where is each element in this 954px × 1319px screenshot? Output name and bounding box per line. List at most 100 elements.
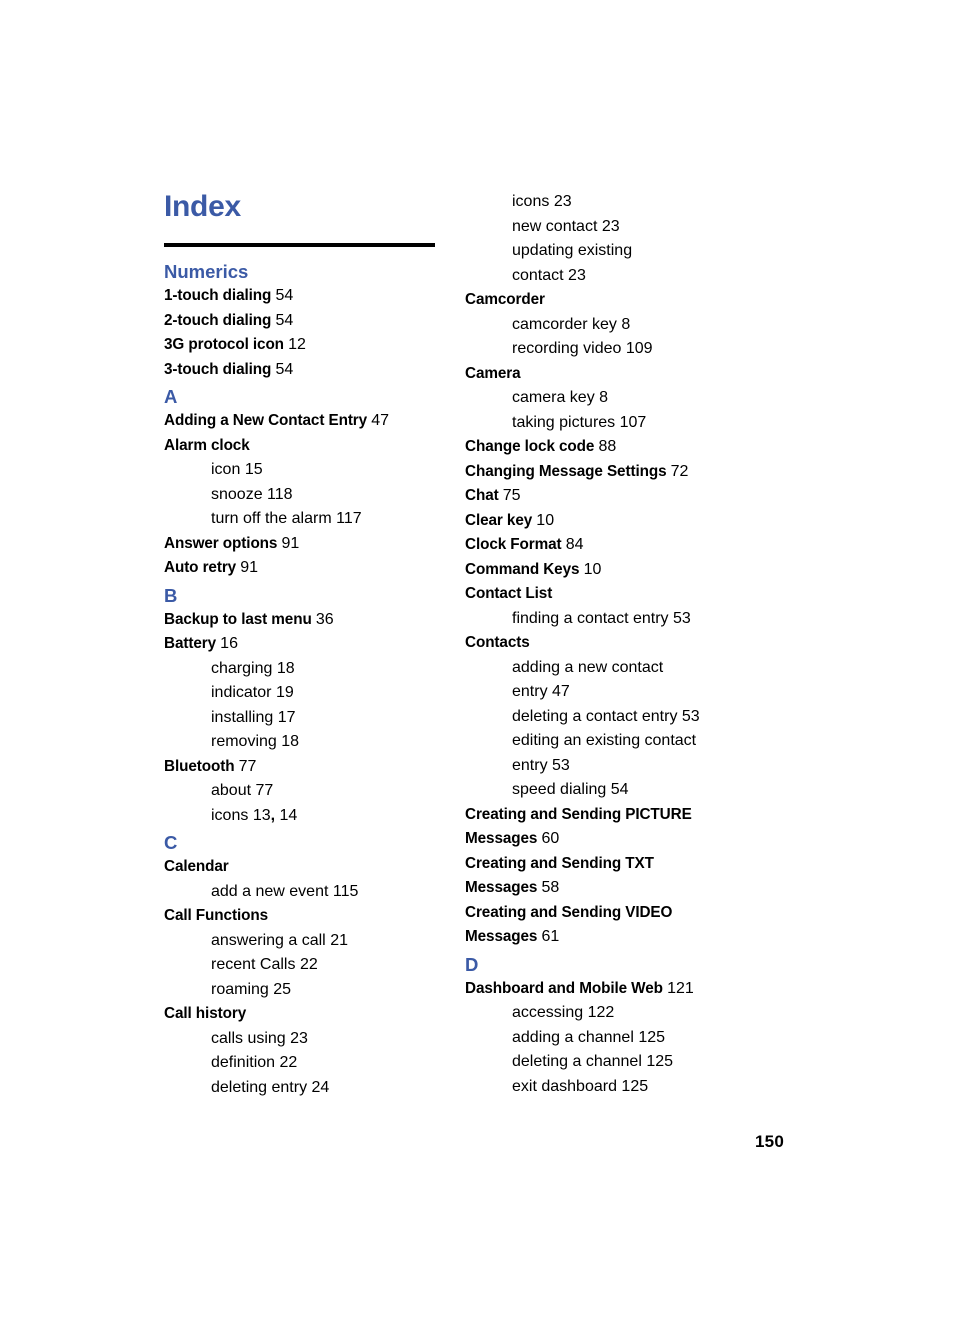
index-entry[interactable]: Bluetooth 77 [164, 755, 436, 780]
page-reference: 54 [275, 360, 294, 378]
entry-term: charging [211, 659, 273, 677]
index-subentry[interactable]: finding a contact entry 53 [512, 607, 737, 632]
index-entry[interactable]: Alarm clock [164, 434, 436, 459]
index-entry[interactable]: Creating and Sending PICTURE [465, 803, 737, 828]
entry-term: Auto retry [164, 559, 237, 576]
index-subentry[interactable]: editing an existing contact [512, 729, 737, 754]
index-subentry[interactable]: icon 15 [211, 458, 436, 483]
index-entry[interactable]: Contact List [465, 582, 737, 607]
entry-term: snooze [211, 485, 263, 503]
index-entry[interactable]: Contacts [465, 631, 737, 656]
index-subentry[interactable]: answering a call 21 [211, 929, 436, 954]
index-entry[interactable]: Adding a New Contact Entry 47 [164, 409, 436, 434]
index-subentry[interactable]: camera key 8 [512, 386, 737, 411]
index-entry[interactable]: Creating and Sending VIDEO [465, 901, 737, 926]
index-subentry[interactable]: definition 22 [211, 1051, 436, 1076]
index-subentry[interactable]: taking pictures 107 [512, 411, 737, 436]
index-entry[interactable]: Camera [465, 362, 737, 387]
page-reference: 21 [330, 931, 348, 949]
index-entry[interactable]: Chat 75 [465, 484, 737, 509]
entry-term: Bluetooth [164, 757, 235, 775]
index-entry[interactable]: Calendar [164, 855, 436, 880]
index-subentry[interactable]: removing 18 [211, 730, 436, 755]
index-subentry[interactable]: entry 47 [512, 680, 737, 705]
page-reference: 36 [315, 610, 334, 628]
index-subentry[interactable]: deleting a channel 125 [512, 1050, 737, 1075]
index-subentry[interactable]: contact 23 [512, 264, 737, 289]
entry-term: Camera [465, 364, 521, 382]
index-subentry[interactable]: charging 18 [211, 657, 436, 682]
section-letter-heading: B [164, 584, 178, 606]
index-subentry[interactable]: deleting entry 24 [211, 1076, 436, 1101]
index-subentry[interactable]: camcorder key 8 [512, 313, 737, 338]
index-entry[interactable]: Change lock code 88 [465, 435, 737, 460]
index-entry[interactable]: Auto retry 91 [164, 556, 436, 581]
index-subentry[interactable]: exit dashboard 125 [512, 1075, 737, 1100]
index-entry[interactable]: Dashboard and Mobile Web 121 [465, 977, 737, 1002]
index-entry[interactable]: Messages 61 [465, 925, 737, 950]
index-subentry[interactable]: snooze 118 [211, 483, 436, 508]
index-entry[interactable]: Messages 58 [465, 876, 737, 901]
page-reference: 16 [220, 635, 238, 652]
index-subentry[interactable]: indicator 19 [211, 681, 436, 706]
index-entry[interactable]: Clock Format 84 [465, 533, 737, 558]
index-entry[interactable]: Battery 16 [164, 632, 436, 657]
index-entry[interactable]: Call Functions [164, 904, 436, 929]
index-subentry[interactable]: updating existing [512, 239, 737, 264]
right-column-entries: icons 23 new contact 23 updating existing c… [465, 190, 737, 1099]
page-reference: 47 [371, 412, 390, 429]
entry-term: Camcorder [465, 291, 545, 308]
index-subentry[interactable]: about 77 [211, 779, 436, 804]
index-entry[interactable]: Backup to last menu 36 [164, 608, 436, 633]
entry-term: entry [512, 683, 548, 700]
index-entry[interactable]: 3-touch dialing 54 [164, 358, 436, 383]
index-subentry[interactable]: installing 17 [211, 706, 436, 731]
entry-term: definition [211, 1054, 276, 1071]
index-entry[interactable]: Answer options 91 [164, 532, 436, 557]
index-subentry[interactable]: new contact 23 [512, 215, 737, 240]
index-subentry[interactable]: recent Calls 22 [211, 953, 436, 978]
index-entry[interactable]: Clear key 10 [465, 509, 737, 534]
index-subentry[interactable]: icons 23 [512, 190, 737, 215]
entry-term: 2-touch dialing [164, 311, 272, 329]
page-reference: 23 [553, 193, 572, 210]
entry-term: accessing [512, 1004, 584, 1021]
page-reference: 61 [541, 928, 560, 945]
index-subentry[interactable]: icons 13, 14 [211, 804, 436, 829]
entry-term: Changing Message Settings [465, 462, 667, 480]
index-subentry[interactable]: speed dialing 54 [512, 778, 737, 803]
page-reference: 53 [552, 756, 570, 774]
entry-term: add a new event [211, 882, 329, 900]
index-entry[interactable]: Creating and Sending TXT [465, 852, 737, 877]
entry-term: icons [512, 193, 550, 210]
index-entry[interactable]: 1-touch dialing 54 [164, 284, 436, 309]
page-reference: 18 [276, 659, 295, 677]
index-subentry[interactable]: turn off the alarm 117 [211, 507, 436, 532]
index-subentry[interactable]: calls using 23 [211, 1027, 436, 1052]
index-subentry[interactable]: roaming 25 [211, 978, 436, 1003]
index-entry[interactable]: Changing Message Settings 72 [465, 460, 737, 485]
index-entry[interactable]: 2-touch dialing 54 [164, 309, 436, 334]
page-reference: 60 [541, 830, 560, 847]
page-reference: 84 [565, 536, 584, 553]
page-reference: 8 [621, 315, 631, 333]
index-entry[interactable]: Messages 60 [465, 827, 737, 852]
entry-term: updating existing [512, 242, 633, 259]
entry-term: 3-touch dialing [164, 360, 272, 378]
index-subentry[interactable]: add a new event 115 [211, 880, 436, 905]
index-subentry[interactable]: accessing 122 [512, 1001, 737, 1026]
index-subentry[interactable]: deleting a contact entry 53 [512, 705, 737, 730]
index-entry[interactable]: Call history [164, 1002, 436, 1027]
index-subentry[interactable]: entry 53 [512, 754, 737, 779]
page-reference: 109 [625, 340, 653, 357]
index-entry[interactable]: Command Keys 10 [465, 558, 737, 583]
index-subentry[interactable]: adding a channel 125 [512, 1026, 737, 1051]
index-entry[interactable]: Camcorder [465, 288, 737, 313]
page-reference: 19 [275, 684, 294, 701]
index-subentry[interactable]: adding a new contact [512, 656, 737, 681]
index-page: Index Numerics 1-touch dialing 54 2-touch … [0, 0, 954, 1319]
right-column: icons 23 new contact 23 updating existing c… [465, 190, 737, 1099]
index-subentry[interactable]: recording video 109 [512, 337, 737, 362]
entry-term: exit dashboard [512, 1077, 617, 1095]
index-entry[interactable]: 3G protocol icon 12 [164, 333, 436, 358]
